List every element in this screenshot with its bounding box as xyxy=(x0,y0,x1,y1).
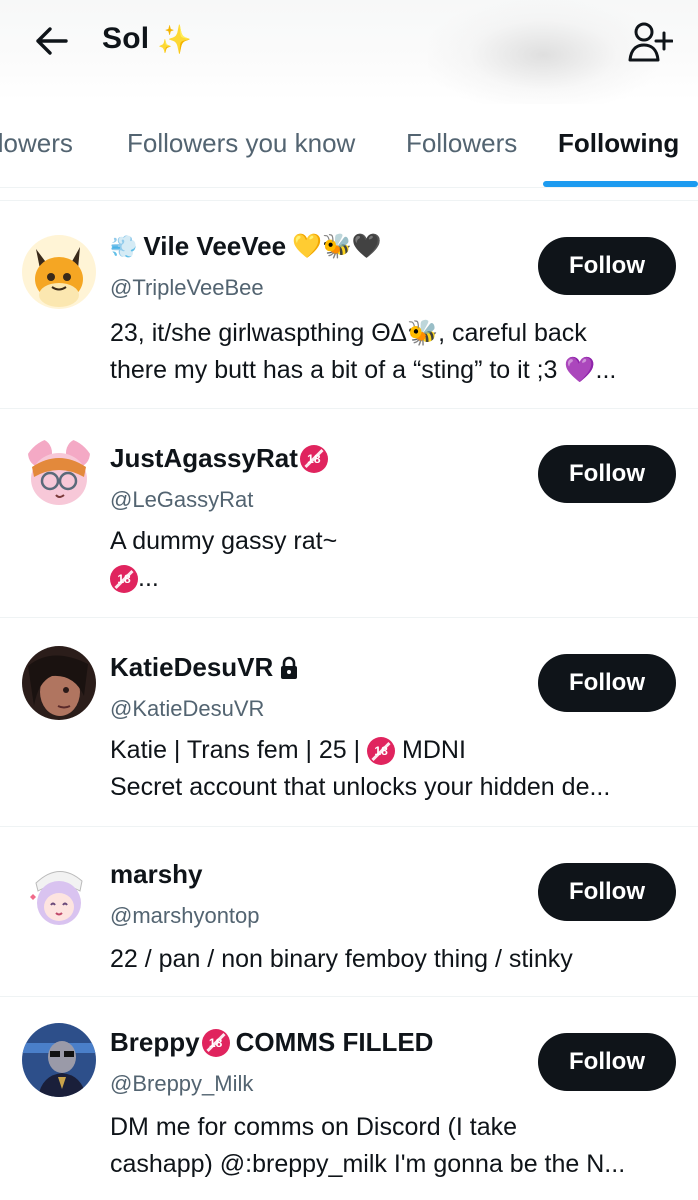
sparkles-icon: ✨ xyxy=(157,23,193,55)
user-row[interactable]: Breppy 18 COMMS FILLED @Breppy_Milk Foll… xyxy=(0,997,698,1200)
user-name[interactable]: JustAgassyRat 18 xyxy=(110,443,328,474)
user-handle[interactable]: @Breppy_Milk xyxy=(110,1071,253,1097)
black-heart-emoji: 🖤 xyxy=(351,233,382,260)
avatar[interactable] xyxy=(22,857,96,931)
bee-emoji: 🐝 xyxy=(321,233,352,260)
display-name: Vile VeeVee xyxy=(143,231,287,261)
add-user-button[interactable] xyxy=(624,18,676,66)
back-arrow-icon xyxy=(36,27,68,55)
user-bio: Katie | Trans fem | 25 | 18 MDNI Secret … xyxy=(110,732,682,806)
bio-ellipsis: ... xyxy=(138,564,159,592)
user-name[interactable]: 💨 Vile VeeVee 💛 🐝 🖤 xyxy=(110,231,382,262)
active-tab-indicator xyxy=(543,181,698,187)
no-under-18-badge: 18 xyxy=(110,565,138,594)
user-name[interactable]: Breppy 18 COMMS FILLED xyxy=(110,1027,433,1058)
avatar[interactable] xyxy=(22,1023,96,1097)
bio-line: A dummy gassy rat~ xyxy=(110,527,338,555)
top-bar: Sol ✨ xyxy=(0,0,698,110)
bio-line: DM me for comms on Discord (I take xyxy=(110,1113,518,1141)
display-name: JustAgassyRat xyxy=(110,443,298,473)
follow-button[interactable]: Follow xyxy=(538,654,676,712)
user-bio: 22 / pan / non binary femboy thing / sti… xyxy=(110,941,682,978)
user-handle[interactable]: @marshyontop xyxy=(110,903,260,929)
name-suffix: COMMS FILLED xyxy=(235,1027,434,1057)
display-name: marshy xyxy=(110,859,203,889)
follow-button[interactable]: Follow xyxy=(538,863,676,921)
display-name: Breppy xyxy=(110,1027,200,1057)
profile-name: Sol xyxy=(102,22,150,55)
bio-line: cashapp) @:breppy_milk I'm gonna be the … xyxy=(110,1150,626,1178)
user-name[interactable]: KatieDesuVR xyxy=(110,652,299,683)
follow-button[interactable]: Follow xyxy=(538,1033,676,1091)
user-bio: A dummy gassy rat~ 18... xyxy=(110,523,682,597)
following-list: 💨 Vile VeeVee 💛 🐝 🖤 @TripleVeeBee Follow… xyxy=(0,200,698,1200)
tab-following[interactable]: Following xyxy=(558,128,679,159)
add-user-icon xyxy=(628,22,673,62)
follow-button[interactable]: Follow xyxy=(538,237,676,295)
user-bio: DM me for comms on Discord (I take casha… xyxy=(110,1109,682,1183)
back-button[interactable] xyxy=(28,20,74,62)
user-row[interactable]: marshy @marshyontop Follow 22 / pan / no… xyxy=(0,827,698,997)
display-name: KatieDesuVR xyxy=(110,652,274,682)
bio-text: Katie | Trans fem | 25 | xyxy=(110,736,368,764)
user-row[interactable]: KatieDesuVR @KatieDesuVR Follow Katie | … xyxy=(0,618,698,827)
avatar[interactable] xyxy=(22,235,96,309)
bio-line: 18... xyxy=(110,560,682,597)
tab-followers-you-know[interactable]: Followers you know xyxy=(127,128,355,159)
avatar[interactable] xyxy=(22,646,96,720)
user-row[interactable]: 💨 Vile VeeVee 💛 🐝 🖤 @TripleVeeBee Follow… xyxy=(0,201,698,409)
follow-button[interactable]: Follow xyxy=(538,445,676,503)
bio-line: 22 / pan / non binary femboy thing / sti… xyxy=(110,945,573,973)
yellow-heart-emoji: 💛 xyxy=(292,233,322,260)
bio-line: Katie | Trans fem | 25 | 18 MDNI xyxy=(110,732,682,769)
bio-line: there my butt has a bit of a “sting” to … xyxy=(110,356,617,384)
lock-icon xyxy=(279,656,299,680)
avatar[interactable] xyxy=(22,437,96,511)
bio-text: MDNI xyxy=(395,736,466,764)
tab-followers-partial[interactable]: llowers xyxy=(0,128,73,159)
no-under-18-badge: 18 xyxy=(367,737,396,766)
bio-line: Secret account that unlocks your hidden … xyxy=(110,773,611,801)
user-handle[interactable]: @LeGassyRat xyxy=(110,487,253,513)
dash-emoji: 💨 xyxy=(110,233,138,259)
bio-line: 23, it/she girlwaspthing ΘΔ🐝, careful ba… xyxy=(110,319,587,347)
user-name[interactable]: marshy xyxy=(110,859,203,890)
user-row[interactable]: JustAgassyRat 18 @LeGassyRat Follow A du… xyxy=(0,409,698,618)
user-handle[interactable]: @KatieDesuVR xyxy=(110,696,264,722)
user-bio: 23, it/she girlwaspthing ΘΔ🐝, careful ba… xyxy=(110,315,682,389)
no-under-18-badge: 18 xyxy=(201,1028,230,1057)
tab-bar: llowers Followers you know Followers Fol… xyxy=(0,104,698,188)
no-under-18-badge: 18 xyxy=(299,444,328,473)
user-handle[interactable]: @TripleVeeBee xyxy=(110,275,264,301)
tab-followers[interactable]: Followers xyxy=(406,128,517,159)
page-title: Sol ✨ xyxy=(102,22,192,56)
